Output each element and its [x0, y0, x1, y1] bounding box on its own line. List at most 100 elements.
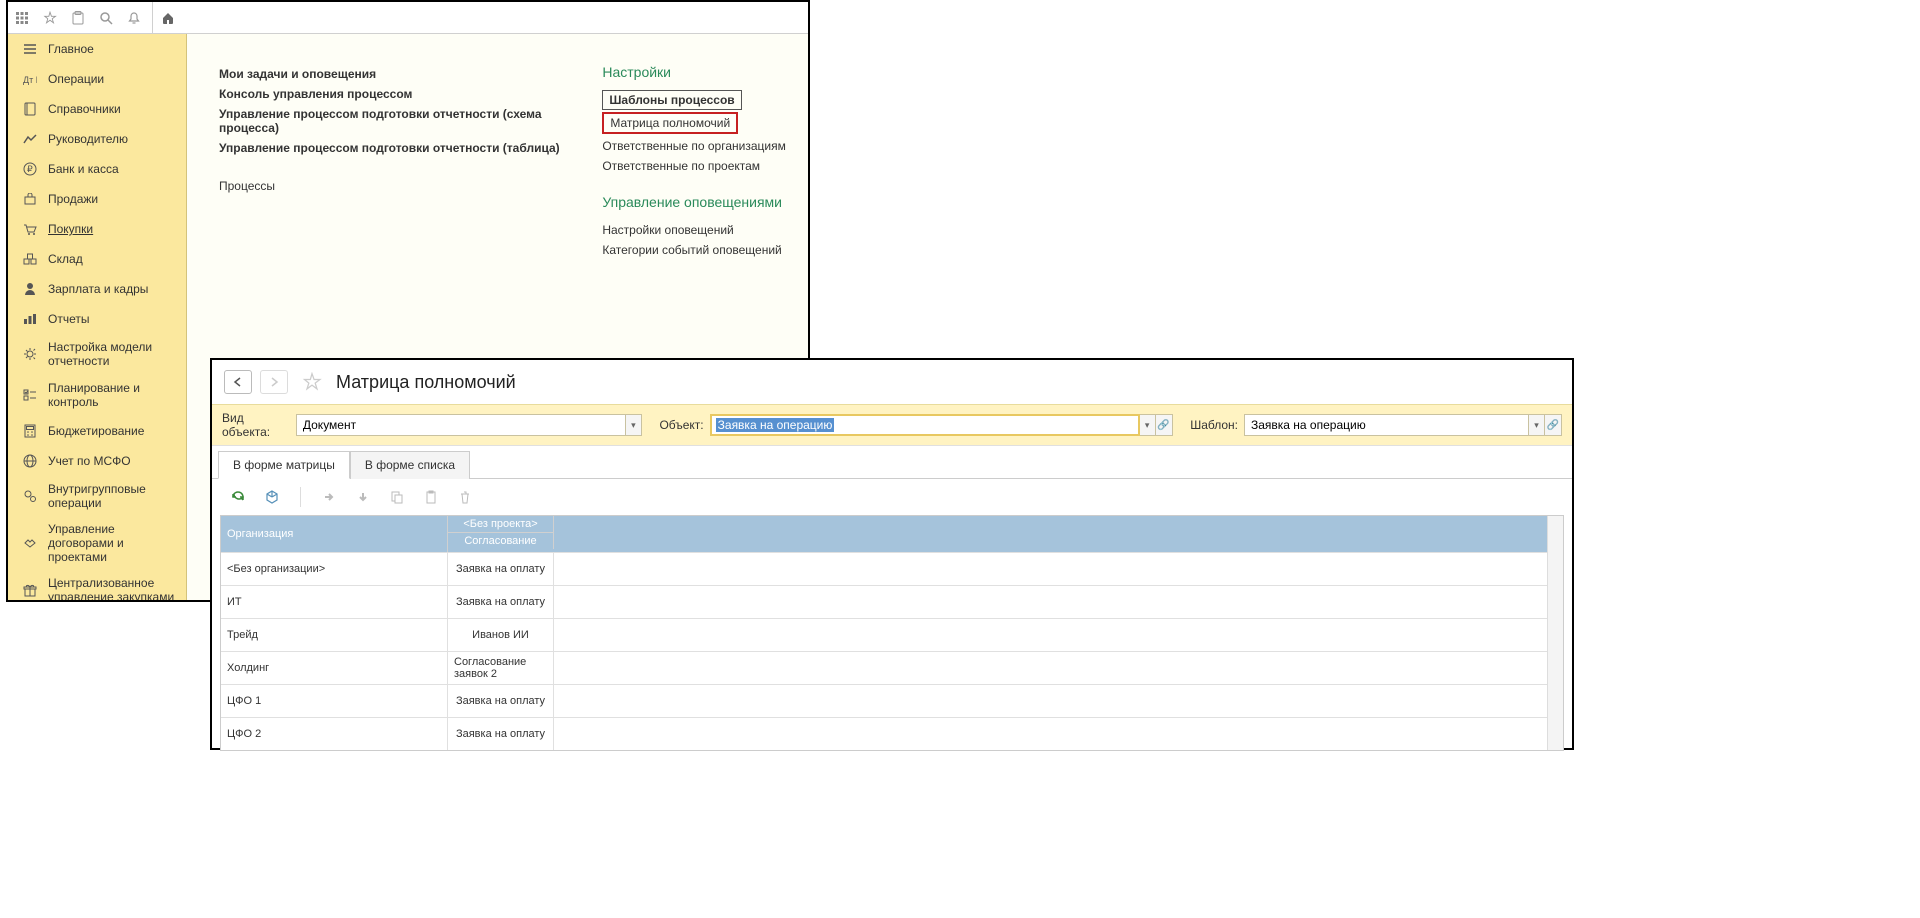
home-icon[interactable] [152, 2, 182, 34]
tab-matrix[interactable]: В форме матрицы [218, 451, 350, 479]
svg-text:₽: ₽ [27, 164, 33, 174]
arrow-down-icon[interactable] [353, 487, 373, 507]
cell-org[interactable]: ИТ [221, 586, 448, 618]
link-matrix[interactable]: Матрица полномочий [602, 112, 738, 134]
sidebar-item-label: Банк и касса [48, 162, 119, 176]
header-project[interactable]: <Без проекта> [448, 516, 554, 532]
table-row[interactable]: ЦФО 1Заявка на оплату [221, 684, 1563, 717]
sidebar-item-contracts[interactable]: Управление договорами и проектами [8, 516, 186, 570]
bell-icon[interactable] [120, 2, 148, 34]
sidebar-item-operations[interactable]: Дт КтОперации [8, 64, 186, 94]
sidebar-item-label: Зарплата и кадры [48, 282, 148, 296]
cell-org[interactable]: Трейд [221, 619, 448, 651]
cell-org[interactable]: ЦФО 1 [221, 685, 448, 717]
sidebar-item-warehouse[interactable]: Склад [8, 244, 186, 274]
cell-org[interactable]: <Без организации> [221, 553, 448, 585]
link-processes[interactable]: Процессы [219, 176, 579, 196]
type-dropdown[interactable]: ▾ [296, 414, 642, 436]
cell-value[interactable]: Согласование заявок 2 [448, 652, 554, 684]
cell-value[interactable]: Заявка на оплату [448, 586, 554, 618]
object-input[interactable]: Заявка на операцию [710, 414, 1140, 436]
link-notif-settings[interactable]: Настройки оповещений [602, 220, 785, 240]
sidebar-item-ifrs[interactable]: Учет по МСФО [8, 446, 186, 476]
sidebar-item-sales[interactable]: Продажи [8, 184, 186, 214]
sidebar-item-procurement[interactable]: Централизованное управление закупками [8, 570, 186, 600]
sidebar-item-reports[interactable]: Отчеты [8, 304, 186, 334]
clipboard-icon[interactable] [64, 2, 92, 34]
refresh-icon[interactable] [228, 487, 248, 507]
dropdown-icon[interactable]: ▾ [626, 414, 642, 436]
cell-value[interactable]: Заявка на оплату [448, 718, 554, 750]
link-resp-org[interactable]: Ответственные по организациям [602, 136, 785, 156]
section-settings: Настройки [602, 64, 785, 80]
sidebar-item-salary[interactable]: Зарплата и кадры [8, 274, 186, 304]
dropdown-icon[interactable]: ▾ [1140, 414, 1156, 436]
favorite-icon[interactable] [302, 372, 322, 392]
sidebar-item-planning[interactable]: Планирование и контроль [8, 374, 186, 416]
grid: Организация <Без проекта> Согласование <… [220, 515, 1564, 751]
delete-icon[interactable] [455, 487, 475, 507]
link-notif-categories[interactable]: Категории событий оповещений [602, 240, 785, 260]
header-approval[interactable]: Согласование [448, 532, 554, 549]
grid-header: Организация <Без проекта> Согласование [221, 516, 1563, 552]
sidebar-item-label: Централизованное управление закупками [48, 576, 176, 600]
forward-button[interactable] [260, 370, 288, 394]
type-input[interactable] [296, 414, 626, 436]
sidebar-item-label: Внутригрупповые операции [48, 482, 176, 510]
open-icon[interactable]: 🔗 [1544, 414, 1562, 436]
sidebar-item-label: Справочники [48, 102, 121, 116]
sidebar-item-bank[interactable]: ₽ Банк и касса [8, 154, 186, 184]
link-table[interactable]: Управление процессом подготовки отчетнос… [219, 138, 579, 158]
window-matrix: Матрица полномочий Вид объекта: ▾ Объект… [210, 358, 1574, 750]
table-row[interactable]: ИТЗаявка на оплату [221, 585, 1563, 618]
link-resp-proj[interactable]: Ответственные по проектам [602, 156, 785, 176]
sidebar-item-label: Продажи [48, 192, 98, 206]
cell-value[interactable]: Заявка на оплату [448, 685, 554, 717]
cell-org[interactable]: ЦФО 2 [221, 718, 448, 750]
template-input[interactable] [1244, 414, 1529, 436]
cell-value[interactable]: Заявка на оплату [448, 553, 554, 585]
link-my-tasks[interactable]: Мои задачи и оповещения [219, 64, 579, 84]
cell-value[interactable]: Иванов ИИ [448, 619, 554, 651]
sidebar-item-model[interactable]: Настройка модели отчетности [8, 334, 186, 374]
sidebar-item-label: Планирование и контроль [48, 381, 176, 409]
sidebar-item-label: Управление договорами и проектами [48, 522, 176, 564]
sidebar-item-catalogs[interactable]: Справочники [8, 94, 186, 124]
star-icon[interactable] [36, 2, 64, 34]
gear-icon [22, 346, 38, 362]
cube-icon[interactable] [262, 487, 282, 507]
arrow-right-icon[interactable] [319, 487, 339, 507]
table-row[interactable]: ЦФО 2Заявка на оплату [221, 717, 1563, 750]
table-row[interactable]: <Без организации>Заявка на оплату [221, 552, 1563, 585]
sidebar-item-intercompany[interactable]: Внутригрупповые операции [8, 476, 186, 516]
bars-icon [22, 311, 38, 327]
search-icon[interactable] [92, 2, 120, 34]
sidebar-item-label: Руководителю [48, 132, 128, 146]
table-row[interactable]: ТрейдИванов ИИ [221, 618, 1563, 651]
link-console[interactable]: Консоль управления процессом [219, 84, 579, 104]
scrollbar[interactable] [1547, 516, 1563, 750]
link-templates[interactable]: Шаблоны процессов [602, 90, 741, 110]
paste-icon[interactable] [421, 487, 441, 507]
section-notifications: Управление оповещениями [602, 194, 785, 210]
ruble-icon: ₽ [22, 161, 38, 177]
object-dropdown[interactable]: Заявка на операцию ▾ 🔗 [710, 414, 1173, 436]
apps-icon[interactable] [8, 2, 36, 34]
tab-list[interactable]: В форме списка [350, 451, 470, 479]
header-org[interactable]: Организация [221, 516, 448, 552]
svg-text:Дт Кт: Дт Кт [23, 75, 37, 85]
handshake-icon [22, 535, 38, 551]
copy-icon[interactable] [387, 487, 407, 507]
sidebar-item-manager[interactable]: Руководителю [8, 124, 186, 154]
back-button[interactable] [224, 370, 252, 394]
dropdown-icon[interactable]: ▾ [1529, 414, 1545, 436]
sidebar-item-label: Главное [48, 42, 94, 56]
open-icon[interactable]: 🔗 [1155, 414, 1173, 436]
sidebar-item-budgeting[interactable]: Бюджетирование [8, 416, 186, 446]
cell-org[interactable]: Холдинг [221, 652, 448, 684]
sidebar-item-purchases[interactable]: Покупки [8, 214, 186, 244]
link-schema[interactable]: Управление процессом подготовки отчетнос… [219, 104, 579, 138]
table-row[interactable]: ХолдингСогласование заявок 2 [221, 651, 1563, 684]
template-dropdown[interactable]: ▾ 🔗 [1244, 414, 1562, 436]
sidebar-item-main[interactable]: Главное [8, 34, 186, 64]
